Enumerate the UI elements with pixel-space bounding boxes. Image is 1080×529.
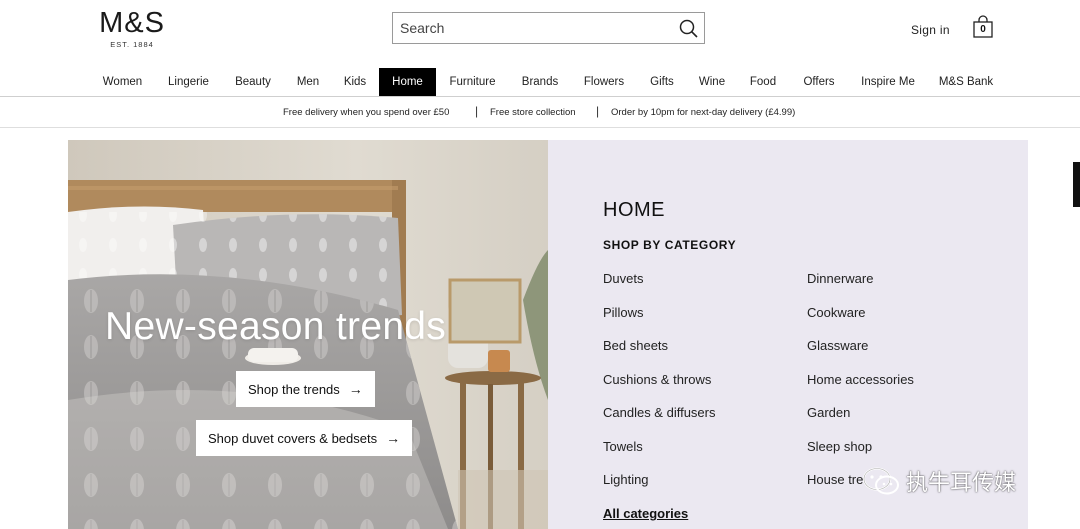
main-nav: Women Lingerie Beauty Men Kids Home Furn…: [0, 68, 1080, 96]
promo-free-delivery[interactable]: Free delivery when you spend over £50: [283, 107, 449, 118]
category-link-duvets[interactable]: Duvets: [603, 271, 643, 286]
promo-divider: [0, 127, 1080, 128]
shop-duvet-label: Shop duvet covers & bedsets: [208, 431, 378, 446]
category-link-cookware[interactable]: Cookware: [807, 305, 866, 320]
site-header: M&S EST. 1884 Sign in 0: [0, 0, 1080, 66]
wechat-icon: [863, 467, 899, 495]
category-link-home-accessories[interactable]: Home accessories: [807, 372, 914, 387]
search-button[interactable]: [677, 17, 701, 41]
arrow-right-icon: →: [386, 430, 401, 446]
nav-item-ms-bank[interactable]: M&S Bank: [934, 68, 998, 96]
promo-separator: |: [596, 104, 600, 118]
promo-store-collection[interactable]: Free store collection: [490, 107, 576, 118]
all-categories-link[interactable]: All categories: [603, 506, 688, 521]
ms-logo[interactable]: M&S EST. 1884: [97, 8, 167, 54]
watermark: 执牛耳传媒: [862, 463, 1052, 499]
bag-count: 0: [980, 24, 986, 35]
category-link-candles-diffusers[interactable]: Candles & diffusers: [603, 405, 716, 420]
search-input[interactable]: [393, 13, 663, 43]
search-box: [392, 12, 705, 44]
nav-item-women[interactable]: Women: [96, 68, 149, 96]
category-link-cushions-throws[interactable]: Cushions & throws: [603, 372, 711, 387]
sign-in-link[interactable]: Sign in: [911, 23, 950, 37]
nav-item-food[interactable]: Food: [742, 68, 784, 96]
category-link-bed-sheets[interactable]: Bed sheets: [603, 338, 668, 353]
shop-duvet-button[interactable]: Shop duvet covers & bedsets →: [196, 420, 413, 456]
promo-next-day[interactable]: Order by 10pm for next-day delivery (£4.…: [611, 107, 795, 118]
hero-title: New-season trends: [105, 305, 447, 348]
search-icon: [679, 19, 698, 38]
promo-separator: |: [475, 104, 479, 118]
category-link-sleep-shop[interactable]: Sleep shop: [807, 439, 872, 454]
shop-trends-button[interactable]: Shop the trends →: [236, 371, 375, 407]
nav-item-lingerie[interactable]: Lingerie: [161, 68, 216, 96]
promo-bar: Free delivery when you spend over £50 | …: [0, 97, 1080, 127]
nav-item-wine[interactable]: Wine: [694, 68, 730, 96]
shopping-bag-button[interactable]: 0: [972, 15, 994, 39]
nav-item-offers[interactable]: Offers: [796, 68, 842, 96]
menu-title: HOME: [603, 199, 665, 221]
watermark-text: 执牛耳传媒: [906, 471, 1017, 496]
logo-text: M&S: [99, 7, 165, 39]
nav-item-flowers[interactable]: Flowers: [578, 68, 630, 96]
category-link-house-trends[interactable]: House tre: [807, 472, 863, 487]
feedback-side-tab[interactable]: [1073, 162, 1080, 207]
arrow-right-icon: →: [348, 381, 363, 397]
nav-item-beauty[interactable]: Beauty: [228, 68, 278, 96]
nav-item-inspire-me[interactable]: Inspire Me: [854, 68, 922, 96]
nav-item-men[interactable]: Men: [290, 68, 326, 96]
category-link-towels[interactable]: Towels: [603, 439, 643, 454]
shop-trends-label: Shop the trends: [248, 382, 340, 397]
category-link-pillows[interactable]: Pillows: [603, 305, 643, 320]
nav-item-furniture[interactable]: Furniture: [443, 68, 502, 96]
category-link-dinnerware[interactable]: Dinnerware: [807, 271, 873, 286]
nav-item-gifts[interactable]: Gifts: [642, 68, 682, 96]
category-link-lighting[interactable]: Lighting: [603, 472, 649, 487]
nav-item-kids[interactable]: Kids: [338, 68, 372, 96]
logo-subtext: EST. 1884: [110, 40, 154, 49]
nav-item-brands[interactable]: Brands: [514, 68, 566, 96]
nav-item-home[interactable]: Home: [379, 68, 436, 96]
category-link-garden[interactable]: Garden: [807, 405, 850, 420]
hero-banner[interactable]: New-season trends Shop the trends → Shop …: [68, 140, 548, 529]
category-link-glassware[interactable]: Glassware: [807, 338, 868, 353]
menu-subtitle: SHOP BY CATEGORY: [603, 238, 737, 252]
